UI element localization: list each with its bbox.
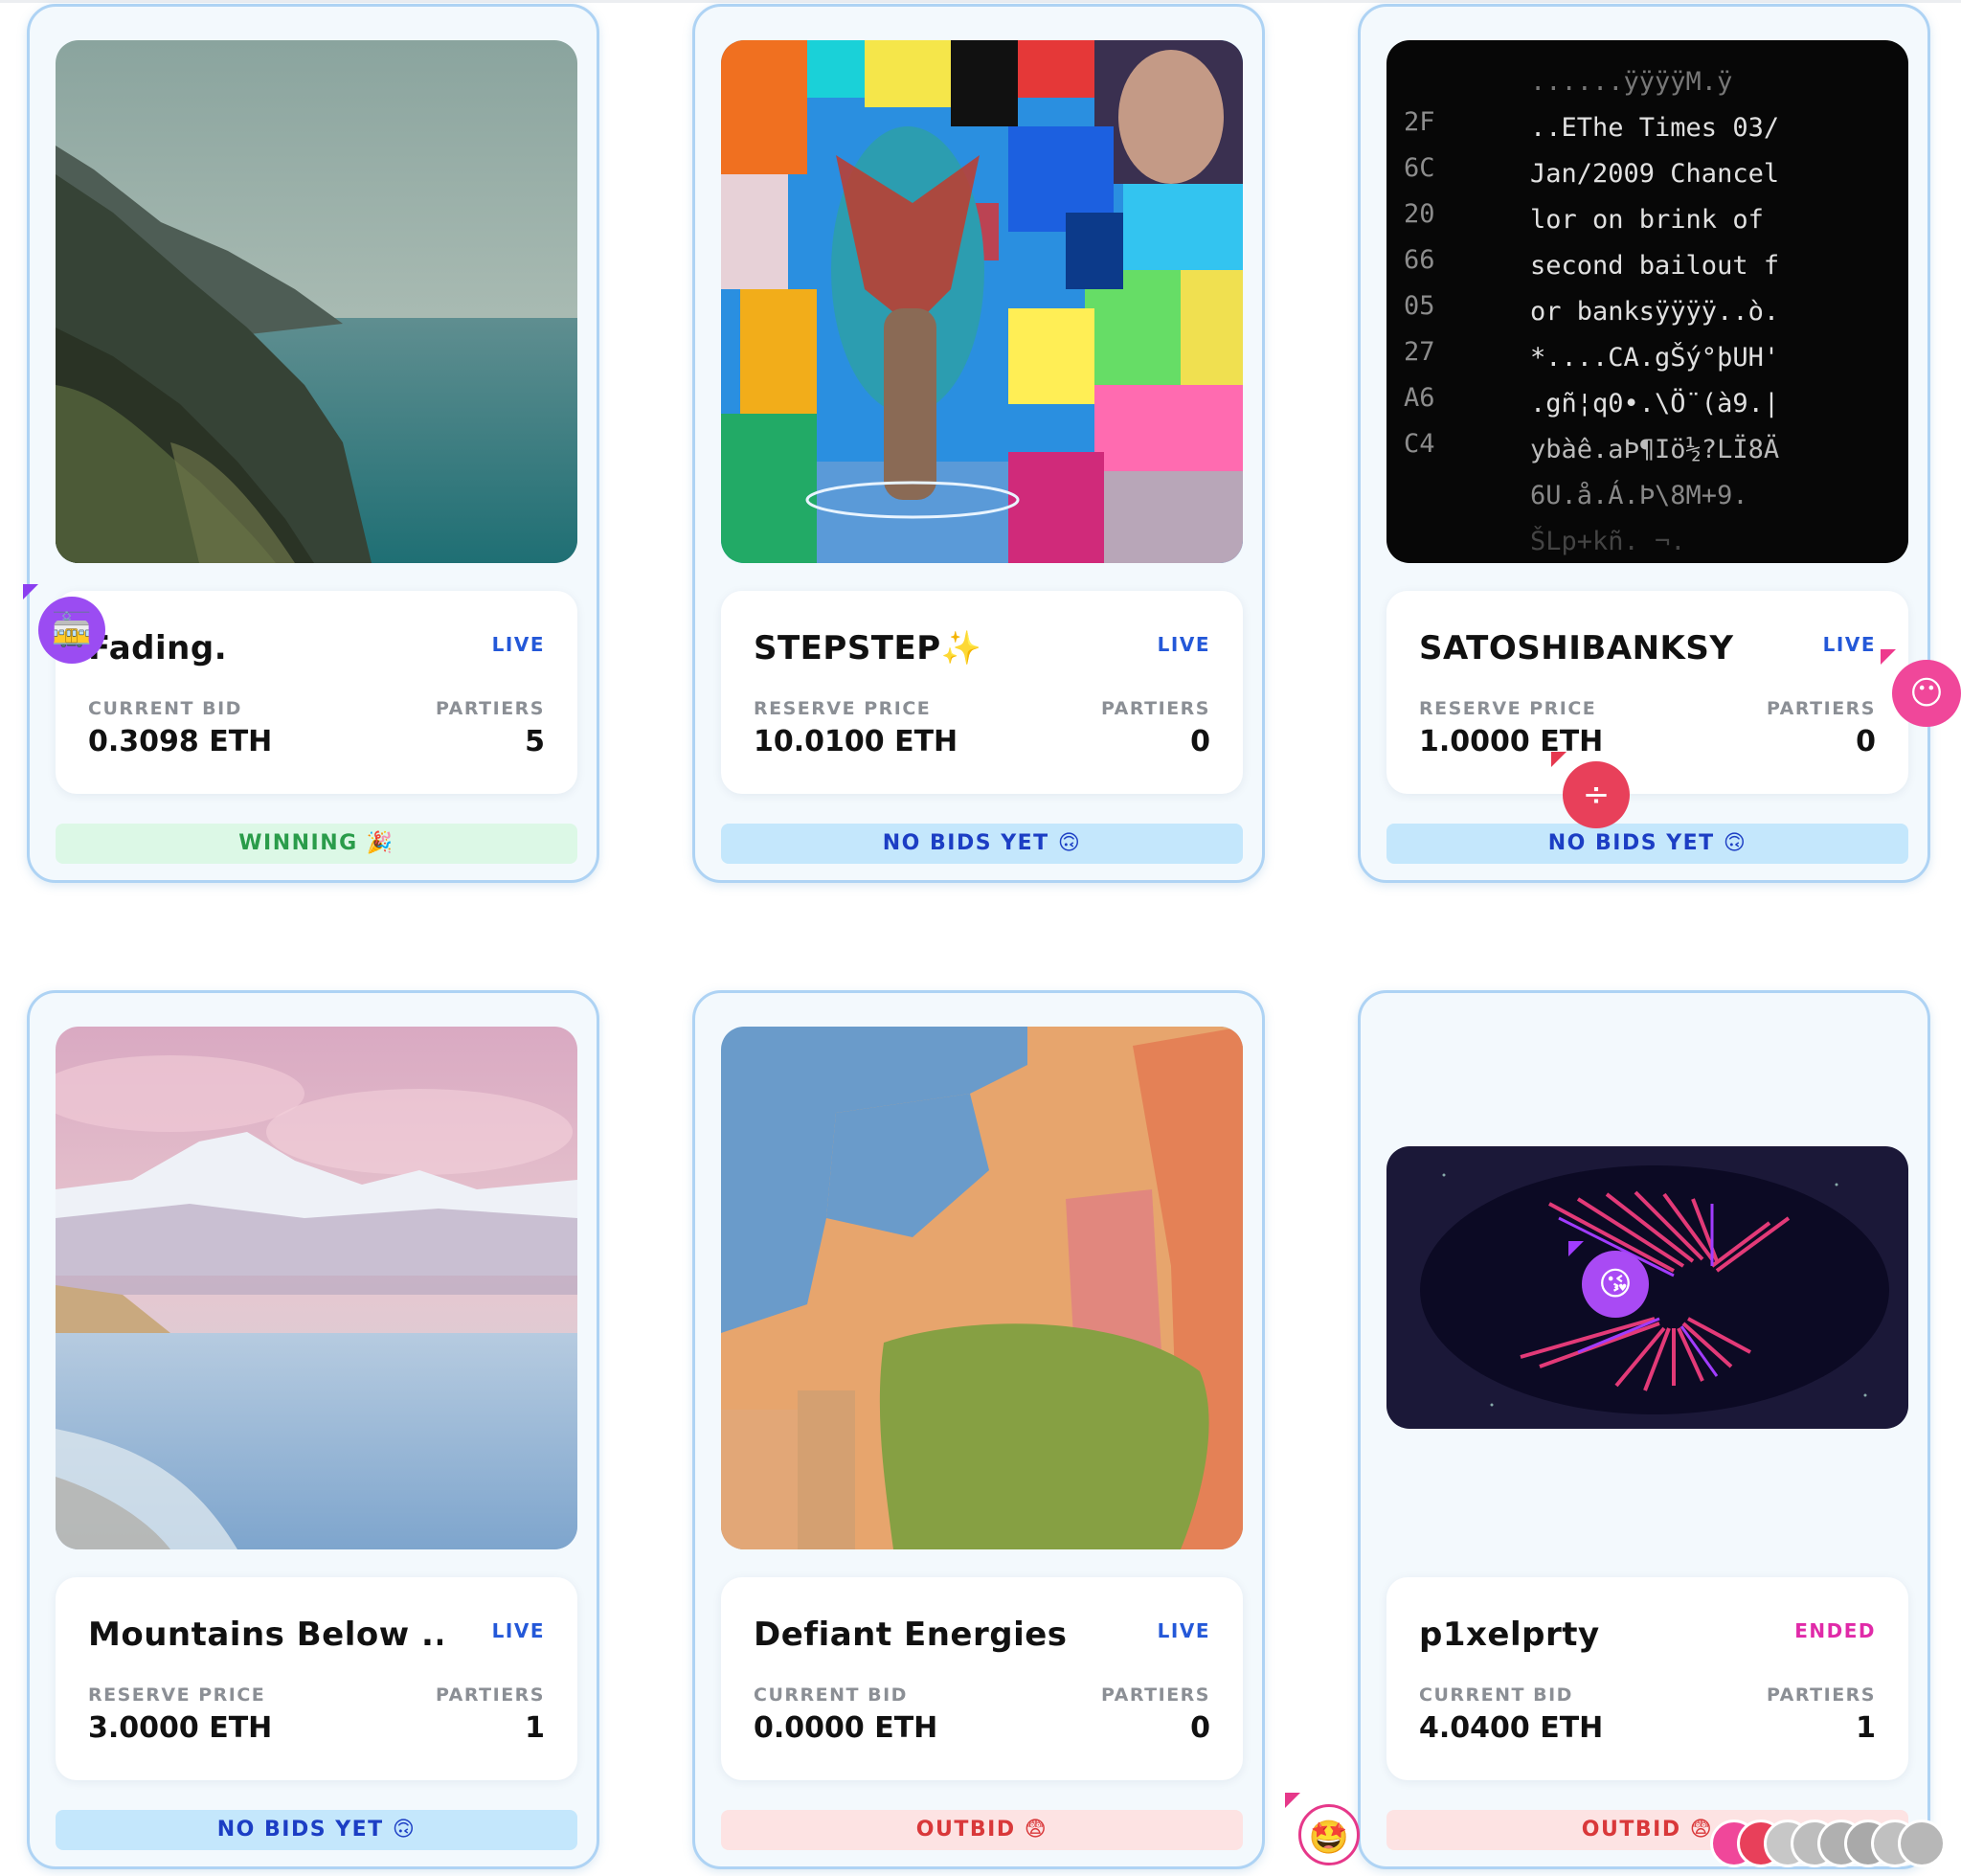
price-value: 0.0000 ETH bbox=[754, 1711, 938, 1745]
artwork-image[interactable] bbox=[721, 40, 1243, 563]
partiers-label: PARTIERS bbox=[1767, 698, 1876, 719]
auction-title: SATOSHIBANKSY bbox=[1419, 629, 1734, 667]
auction-info-panel: p1xelprty ENDED CURRENT BID PARTIERS 4.0… bbox=[1386, 1577, 1908, 1780]
price-label: CURRENT BID bbox=[1419, 1684, 1573, 1706]
partiers-count: 0 bbox=[1856, 725, 1876, 758]
bid-status-pill: WINNING 🎉 bbox=[56, 824, 577, 864]
auction-title: STEPSTEP✨ bbox=[754, 629, 982, 667]
bid-status-pill: OUTBID 😨 bbox=[721, 1810, 1243, 1850]
artwork-genesis-text: ......ÿÿÿÿM.ÿ ..EThe Times 03/ Jan/2009 … bbox=[1530, 67, 1780, 556]
auction-info-panel: Defiant Energies LIVE CURRENT BID PARTIE… bbox=[721, 1577, 1243, 1780]
partiers-label: PARTIERS bbox=[1767, 1684, 1876, 1706]
party-cursor-avatar: ÷ bbox=[1563, 761, 1630, 828]
auction-card-p1xelprty[interactable]: p1xelprty ENDED CURRENT BID PARTIERS 4.0… bbox=[1358, 990, 1930, 1869]
auction-status-badge: LIVE bbox=[491, 633, 545, 656]
partiers-label: PARTIERS bbox=[436, 1684, 545, 1706]
avatar bbox=[1898, 1819, 1946, 1867]
price-value: 0.3098 ETH bbox=[88, 725, 273, 758]
partiers-count: 5 bbox=[525, 725, 545, 758]
price-label: CURRENT BID bbox=[88, 698, 242, 719]
partiers-label: PARTIERS bbox=[1101, 698, 1210, 719]
party-cursor-avatar: 😘 bbox=[1582, 1251, 1649, 1318]
auction-card-stepstep[interactable]: STEPSTEP✨ LIVE RESERVE PRICE PARTIERS 10… bbox=[692, 4, 1265, 883]
partiers-count: 1 bbox=[525, 1711, 545, 1745]
bid-status-pill: NO BIDS YET 🙃 bbox=[721, 824, 1243, 864]
bid-status-pill: NO BIDS YET 🙃 bbox=[56, 1810, 577, 1850]
cursor-pointer-icon bbox=[1285, 1793, 1300, 1808]
auction-info-panel: Fading. LIVE CURRENT BID PARTIERS 0.3098… bbox=[56, 591, 577, 794]
auction-grid: Fading. LIVE CURRENT BID PARTIERS 0.3098… bbox=[0, 0, 1961, 1876]
auction-card-satoshibanksy[interactable]: 2F 6C 20 66 05 27 A6 C4 ......ÿÿÿÿM.ÿ ..EThe… bbox=[1358, 4, 1930, 883]
auction-status-badge: LIVE bbox=[491, 1619, 545, 1642]
partiers-label: PARTIERS bbox=[1101, 1684, 1210, 1706]
auction-title: Defiant Energies bbox=[754, 1616, 1068, 1654]
partiers-count: 1 bbox=[1856, 1711, 1876, 1745]
artwork-image[interactable] bbox=[721, 1027, 1243, 1549]
artwork-image[interactable] bbox=[56, 40, 577, 563]
price-label: RESERVE PRICE bbox=[754, 698, 932, 719]
auction-status-badge: LIVE bbox=[1822, 633, 1876, 656]
auction-info-panel: SATOSHIBANKSY LIVE RESERVE PRICE PARTIER… bbox=[1386, 591, 1908, 794]
bid-status-pill: NO BIDS YET 🙃 bbox=[1386, 824, 1908, 864]
price-value: 1.0000 ETH bbox=[1419, 725, 1604, 758]
auction-status-badge: LIVE bbox=[1157, 1619, 1210, 1642]
partiers-count: 0 bbox=[1190, 725, 1210, 758]
auction-title: Fading. bbox=[88, 629, 228, 667]
cursor-pointer-icon bbox=[1881, 649, 1896, 665]
auction-status-badge: ENDED bbox=[1794, 1619, 1876, 1642]
auction-title: p1xelprty bbox=[1419, 1616, 1600, 1654]
artwork-image[interactable] bbox=[56, 1027, 577, 1549]
cursor-pointer-icon bbox=[1568, 1241, 1584, 1256]
price-value: 3.0000 ETH bbox=[88, 1711, 273, 1745]
artwork-image[interactable]: 2F 6C 20 66 05 27 A6 C4 ......ÿÿÿÿM.ÿ ..EThe… bbox=[1386, 40, 1908, 563]
cursor-pointer-icon bbox=[1551, 752, 1567, 767]
auction-status-badge: LIVE bbox=[1157, 633, 1210, 656]
price-label: RESERVE PRICE bbox=[1419, 698, 1597, 719]
party-cursor-avatar: 🚋 bbox=[38, 597, 105, 664]
party-cursor-avatar: 😶 bbox=[1892, 660, 1961, 727]
price-label: CURRENT BID bbox=[754, 1684, 908, 1706]
auction-card-mountains-below[interactable]: Mountains Below ... LIVE RESERVE PRICE P… bbox=[27, 990, 599, 1869]
cursor-pointer-icon bbox=[23, 584, 38, 599]
price-label: RESERVE PRICE bbox=[88, 1684, 266, 1706]
party-avatar-stack[interactable] bbox=[1710, 1819, 1961, 1869]
artwork-hex-column: 2F 6C 20 66 05 27 A6 C4 bbox=[1404, 107, 1435, 459]
auction-card-fading[interactable]: Fading. LIVE CURRENT BID PARTIERS 0.3098… bbox=[27, 4, 599, 883]
price-value: 4.0400 ETH bbox=[1419, 1711, 1604, 1745]
auction-info-panel: STEPSTEP✨ LIVE RESERVE PRICE PARTIERS 10… bbox=[721, 591, 1243, 794]
party-cursor-avatar: 🤩 bbox=[1298, 1804, 1360, 1865]
auction-title: Mountains Below ... bbox=[88, 1616, 442, 1654]
partiers-count: 0 bbox=[1190, 1711, 1210, 1745]
price-value: 10.0100 ETH bbox=[754, 725, 958, 758]
auction-card-defiant-energies[interactable]: Defiant Energies LIVE CURRENT BID PARTIE… bbox=[692, 990, 1265, 1869]
partiers-label: PARTIERS bbox=[436, 698, 545, 719]
auction-info-panel: Mountains Below ... LIVE RESERVE PRICE P… bbox=[56, 1577, 577, 1780]
